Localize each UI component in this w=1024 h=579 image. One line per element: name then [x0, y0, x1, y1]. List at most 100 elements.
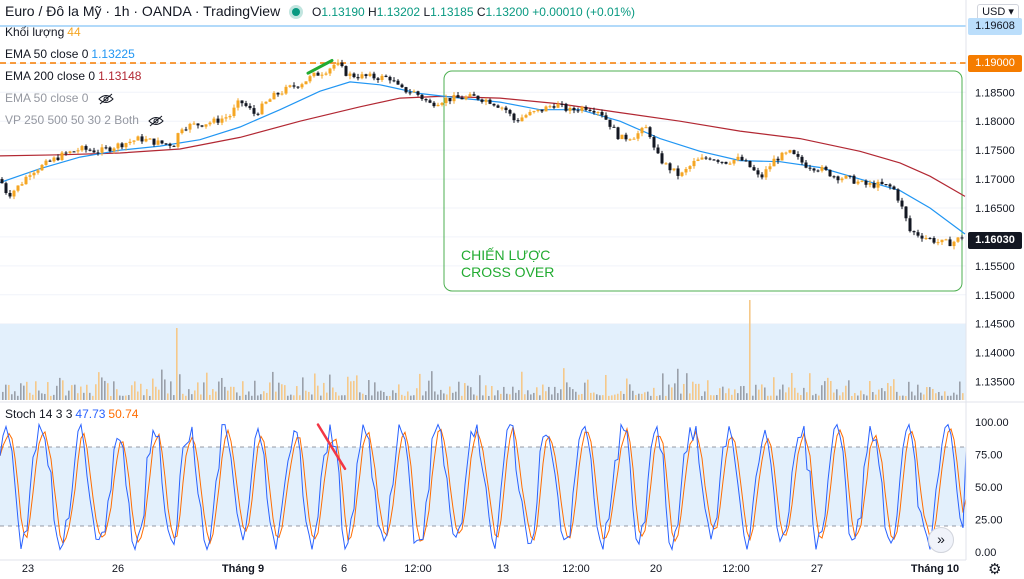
volume-bar — [533, 392, 535, 400]
candle-body — [848, 175, 852, 177]
candle-body — [868, 183, 872, 185]
candle-body — [276, 92, 280, 95]
volume-bar — [491, 386, 493, 400]
volume-bar — [89, 392, 91, 400]
volume-bar — [743, 385, 745, 400]
strategy-annotation[interactable]: CHIẾN LƯỢC CROSS OVER — [461, 247, 554, 281]
volume-bar — [332, 387, 334, 400]
volume-bar — [11, 394, 13, 400]
price-tick-label: 1.16500 — [975, 203, 1015, 215]
volume-bar — [251, 395, 253, 400]
volume-bar — [317, 385, 319, 400]
candle-body — [736, 156, 740, 160]
volume-bar — [599, 395, 601, 400]
candle-body — [56, 157, 60, 161]
candle-body — [420, 94, 424, 100]
price-axis[interactable]: 1.190001.185001.180001.175001.170001.165… — [975, 58, 1015, 388]
candle-body — [328, 68, 332, 74]
candle-body — [204, 124, 208, 127]
candle-body — [208, 122, 212, 125]
volume-bar — [53, 394, 55, 400]
candle-body — [836, 176, 840, 181]
eye-hidden-icon[interactable] — [148, 115, 164, 127]
volume-bar — [191, 394, 193, 400]
volume-bar — [38, 390, 40, 400]
volume-bar — [437, 394, 439, 400]
volume-bar — [230, 386, 232, 400]
volume-bar — [803, 387, 805, 400]
candle-body — [828, 169, 832, 177]
time-axis[interactable]: 23 26 Tháng 9 6 12:00 13 12:00 20 12:00 27 Tháng 1… — [22, 563, 959, 575]
candle-body — [600, 112, 604, 116]
volume-bar — [506, 393, 508, 400]
candle-body — [512, 113, 516, 121]
chevron-down-icon: ▾ — [1008, 6, 1014, 18]
candle-body — [492, 103, 496, 106]
volume-bar — [158, 389, 160, 400]
candle-body — [216, 118, 220, 123]
chart-canvas[interactable]: 1.19000 1.18500 1.18000 1.17500 1.17000 1.165… — [0, 0, 1024, 579]
volume-bar — [845, 385, 847, 400]
legend-vp[interactable]: VP 250 500 50 30 2 Both — [5, 113, 164, 127]
volume-bar — [485, 385, 487, 400]
symbol-title[interactable]: Euro / Đô la Mỹ · 1h · OANDA · TradingVi… — [5, 3, 280, 19]
volume-bar — [875, 394, 877, 400]
volume-bar — [740, 386, 742, 400]
candle-body — [904, 206, 908, 219]
stoch-axis[interactable]: 100.00 75.00 50.00 25.00 0.00 — [975, 417, 1009, 559]
candle-body — [456, 95, 460, 98]
volume-bar — [206, 372, 208, 400]
candle-body — [108, 147, 112, 152]
volume-bar — [917, 384, 919, 400]
candle-body — [40, 164, 44, 171]
candle-body — [468, 94, 472, 97]
volume-bar — [674, 383, 676, 400]
volume-bar — [521, 371, 523, 400]
eye-hidden-icon[interactable] — [98, 93, 114, 105]
candle-body — [248, 105, 252, 109]
volume-bar — [635, 395, 637, 400]
volume-bar — [461, 395, 463, 400]
volume-bar — [359, 392, 361, 400]
gear-icon[interactable]: ⚙ — [988, 560, 1001, 578]
candle-body — [800, 156, 804, 163]
candle-body — [448, 97, 452, 102]
candle-body — [500, 107, 504, 109]
candle-body — [576, 110, 580, 112]
volume-bar — [473, 394, 475, 400]
volume-bar — [77, 393, 79, 400]
candle-body — [520, 117, 524, 122]
volume-bar — [245, 394, 247, 400]
candle-body — [672, 168, 676, 171]
scroll-to-latest-button[interactable]: » — [928, 527, 954, 553]
candle-body — [792, 150, 796, 155]
symbol-header[interactable]: Euro / Đô la Mỹ · 1h · OANDA · TradingVi… — [5, 3, 635, 19]
volume-bar — [347, 376, 349, 400]
volume-bar — [509, 394, 511, 400]
candle-body — [908, 218, 912, 232]
volume-bar — [95, 384, 97, 400]
candle-body — [408, 92, 412, 94]
legend-stoch[interactable]: Stoch 14 3 3 47.73 50.74 — [5, 407, 138, 421]
price-tick-label: 1.15500 — [975, 261, 1015, 273]
volume-bar — [878, 389, 880, 400]
volume-bar — [914, 395, 916, 400]
candle-body — [772, 158, 776, 167]
candle-body — [60, 152, 64, 161]
candles — [0, 59, 964, 250]
volume-bar — [407, 391, 409, 400]
volume-bar — [746, 393, 748, 400]
volume-bar — [536, 387, 538, 400]
legend-ema200[interactable]: EMA 200 close 0 1.13148 — [5, 69, 141, 83]
candle-body — [872, 183, 876, 188]
volume-bar — [125, 395, 127, 400]
candle-body — [340, 62, 344, 67]
legend-ema50[interactable]: EMA 50 close 0 1.13225 — [5, 47, 135, 61]
candle-body — [892, 186, 896, 190]
volume-bar — [86, 384, 88, 400]
legend-volume[interactable]: Khối lượng 44 — [5, 25, 81, 39]
candle-body — [696, 159, 700, 161]
candle-body — [88, 149, 92, 151]
legend-ema50-hidden[interactable]: EMA 50 close 0 — [5, 91, 114, 105]
candle-body — [24, 176, 28, 185]
